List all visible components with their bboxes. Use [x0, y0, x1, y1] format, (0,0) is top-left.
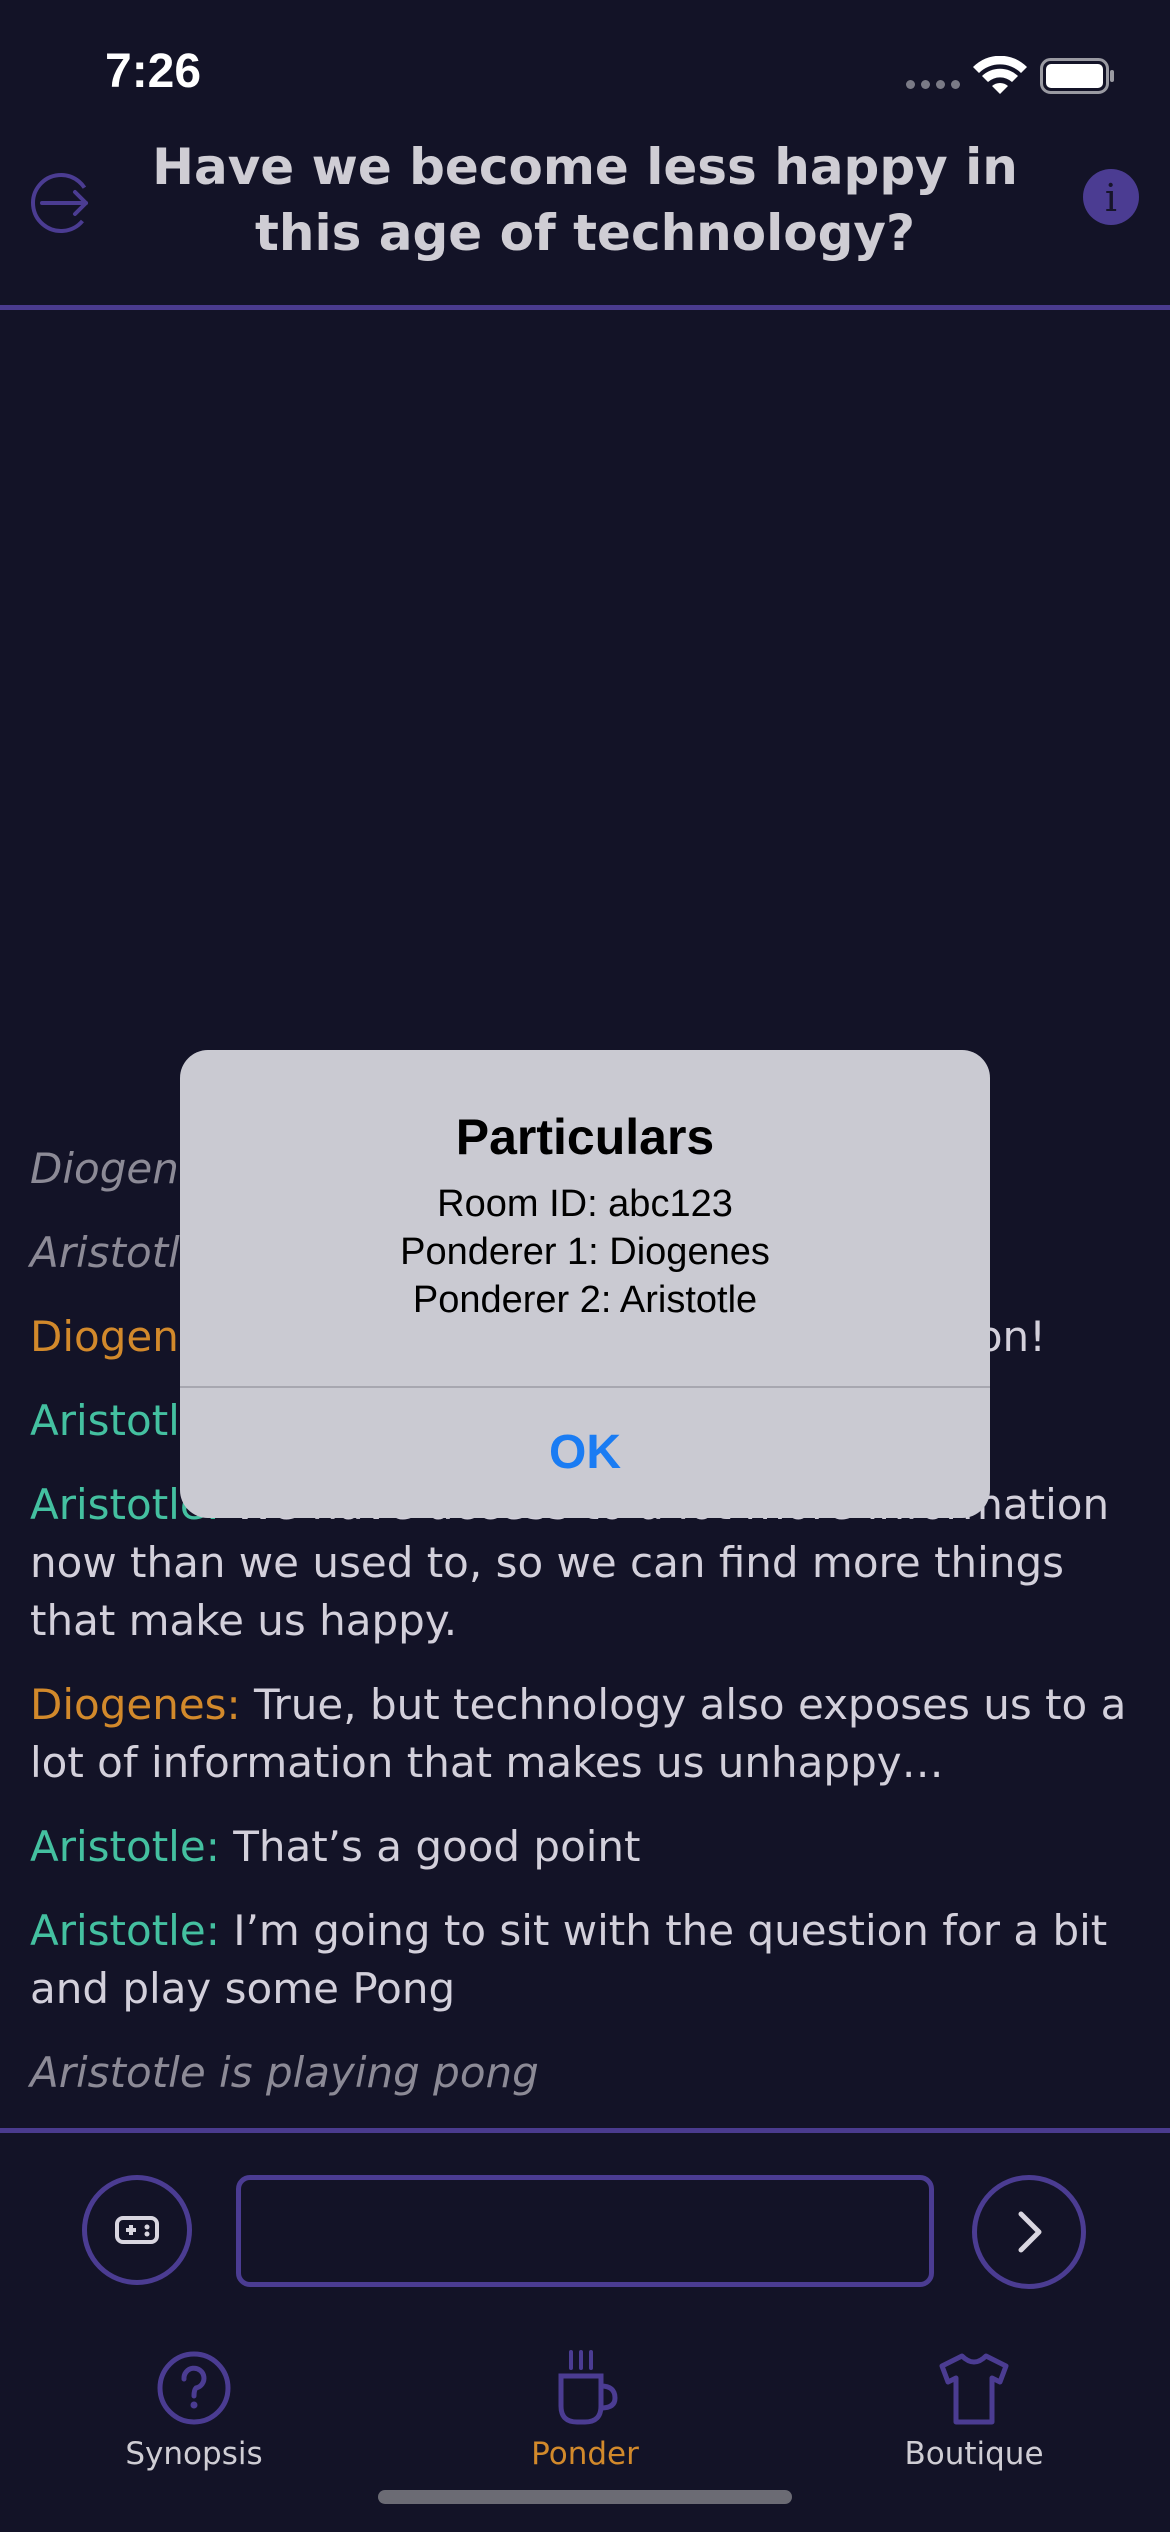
alert-body: Room ID: abc123 Ponderer 1: Diogenes Pon… [180, 1180, 990, 1324]
modal-overlay: Particulars Room ID: abc123 Ponderer 1: … [0, 0, 1170, 2532]
ok-button[interactable]: OK [180, 1388, 990, 1518]
ponderer-2-line: Ponderer 2: Aristotle [412, 1279, 758, 1321]
alert-title: Particulars [455, 1109, 715, 1165]
particulars-alert: Particulars Room ID: abc123 Ponderer 1: … [180, 1050, 990, 1518]
ponderer-1-line: Ponderer 1: Diogenes [400, 1231, 770, 1273]
room-id-line: Room ID: abc123 [437, 1183, 733, 1225]
